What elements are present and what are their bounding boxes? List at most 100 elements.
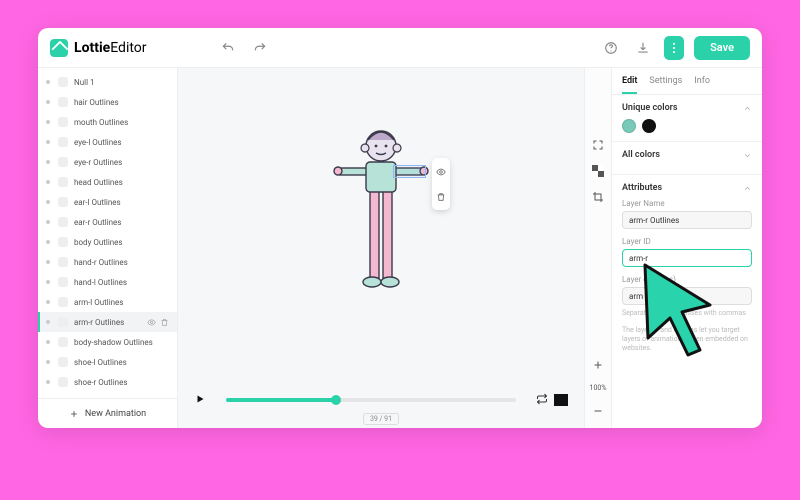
layer-thumbnail	[58, 317, 68, 327]
unique-color-swatches	[622, 119, 752, 133]
chevron-up-icon[interactable]	[743, 184, 752, 193]
layer-bullet-icon	[46, 240, 50, 244]
layer-name-label: Layer Name	[622, 199, 752, 208]
undo-button[interactable]	[217, 37, 239, 59]
layer-label: arm-r Outlines	[74, 318, 124, 327]
brand-logo-icon	[50, 39, 68, 57]
layer-row[interactable]: body Outlines	[38, 232, 177, 252]
layer-label: hand-r Outlines	[74, 258, 128, 267]
stage[interactable]	[178, 68, 584, 384]
zoom-out-button[interactable]	[591, 404, 605, 418]
layer-bullet-icon	[46, 140, 50, 144]
layer-row[interactable]: ear-l Outlines	[38, 192, 177, 212]
fit-tool[interactable]	[591, 138, 605, 152]
tab-edit[interactable]: Edit	[622, 76, 637, 94]
layer-row[interactable]: eye-r Outlines	[38, 152, 177, 172]
zoom-level: 100%	[590, 384, 607, 392]
transparency-tool[interactable]	[591, 164, 605, 178]
loop-button[interactable]	[536, 390, 548, 409]
loop-icon	[536, 393, 548, 405]
tab-info[interactable]: Info	[694, 76, 710, 94]
layer-thumbnail	[58, 297, 68, 307]
new-animation-button[interactable]: New Animation	[38, 398, 177, 428]
layer-bullet-icon	[46, 80, 50, 84]
layer-label: body-shadow Outlines	[74, 338, 153, 347]
layers-list[interactable]: Null 1 hair Outlines mouth Outlines eye-l O…	[38, 68, 177, 398]
layer-label: hand-l Outlines	[74, 278, 127, 287]
color-swatch[interactable]	[642, 119, 656, 133]
layer-id-input[interactable]	[622, 249, 752, 267]
tab-settings[interactable]: Settings	[649, 76, 682, 94]
layer-row[interactable]: shoe-l Outlines	[38, 352, 177, 372]
redo-button[interactable]	[249, 37, 271, 59]
layer-row[interactable]: hair Outlines	[38, 92, 177, 112]
app-window: LottieEditor Save Null 1 hair Outlines mou…	[38, 28, 762, 428]
layer-classes-input[interactable]	[622, 287, 752, 305]
layer-row[interactable]: body-shadow Outlines	[38, 332, 177, 352]
trash-icon[interactable]	[160, 318, 169, 327]
layer-bullet-icon	[46, 360, 50, 364]
timeline-track[interactable]	[226, 398, 516, 402]
layer-row[interactable]: mouth Outlines	[38, 112, 177, 132]
section-all-colors: All colors	[612, 142, 762, 175]
layer-row[interactable]: shoe-r Outlines	[38, 372, 177, 392]
save-button[interactable]: Save	[694, 36, 750, 60]
layer-bullet-icon	[46, 320, 50, 324]
layer-row[interactable]: hand-l Outlines	[38, 272, 177, 292]
background-toggle[interactable]	[554, 394, 568, 406]
layer-row[interactable]: hand-r Outlines	[38, 252, 177, 272]
more-menu-button[interactable]	[664, 36, 684, 60]
layer-thumbnail	[58, 97, 68, 107]
layer-label: head Outlines	[74, 178, 123, 187]
layer-row[interactable]: Null 1	[38, 72, 177, 92]
layer-row[interactable]: eye-l Outlines	[38, 132, 177, 152]
frame-counter[interactable]: 39 / 91	[363, 413, 399, 425]
layer-thumbnail	[58, 177, 68, 187]
layer-row[interactable]: arm-r Outlines	[38, 312, 177, 332]
layer-row[interactable]: ear-r Outlines	[38, 212, 177, 232]
layer-thumbnail	[58, 77, 68, 87]
layer-bullet-icon	[46, 160, 50, 164]
visibility-toggle[interactable]	[436, 162, 446, 181]
layer-thumbnail	[58, 377, 68, 387]
layer-label: eye-r Outlines	[74, 158, 122, 167]
layer-bullet-icon	[46, 220, 50, 224]
eye-icon[interactable]	[147, 318, 156, 327]
layer-thumbnail	[58, 117, 68, 127]
selection-box[interactable]	[393, 165, 426, 178]
help-button[interactable]	[600, 37, 622, 59]
layer-label: ear-r Outlines	[74, 218, 121, 227]
inspector-panel: Edit Settings Info Unique colors All col…	[612, 68, 762, 428]
layer-label: hair Outlines	[74, 98, 119, 107]
brand-text: LottieEditor	[74, 40, 147, 56]
layer-label: eye-l Outlines	[74, 138, 122, 147]
play-button[interactable]	[194, 390, 206, 409]
minus-icon	[592, 405, 604, 417]
layer-row[interactable]: head Outlines	[38, 172, 177, 192]
chevron-down-icon[interactable]	[743, 151, 752, 160]
color-swatch[interactable]	[622, 119, 636, 133]
layer-label: ear-l Outlines	[74, 198, 121, 207]
layer-thumbnail	[58, 337, 68, 347]
history-controls	[217, 37, 271, 59]
canvas-area: 39 / 91	[178, 68, 584, 428]
crop-tool[interactable]	[591, 190, 605, 204]
delete-button[interactable]	[436, 187, 446, 206]
layer-row[interactable]: arm-l Outlines	[38, 292, 177, 312]
layer-bullet-icon	[46, 260, 50, 264]
layer-label: mouth Outlines	[74, 118, 128, 127]
play-icon	[194, 393, 206, 405]
layer-thumbnail	[58, 237, 68, 247]
timeline-thumb[interactable]	[331, 395, 341, 405]
eye-icon	[436, 167, 446, 177]
zoom-in-button[interactable]	[591, 358, 605, 372]
layer-bullet-icon	[46, 340, 50, 344]
chevron-up-icon[interactable]	[743, 104, 752, 113]
help-icon	[604, 41, 618, 55]
layer-classes-label: Layer class(es)	[622, 275, 752, 284]
id-hint: The layer ID and classes let you target …	[622, 326, 752, 353]
download-button[interactable]	[632, 37, 654, 59]
attributes-title: Attributes	[622, 183, 662, 193]
body: Null 1 hair Outlines mouth Outlines eye-l O…	[38, 68, 762, 428]
layer-name-input[interactable]	[622, 211, 752, 229]
